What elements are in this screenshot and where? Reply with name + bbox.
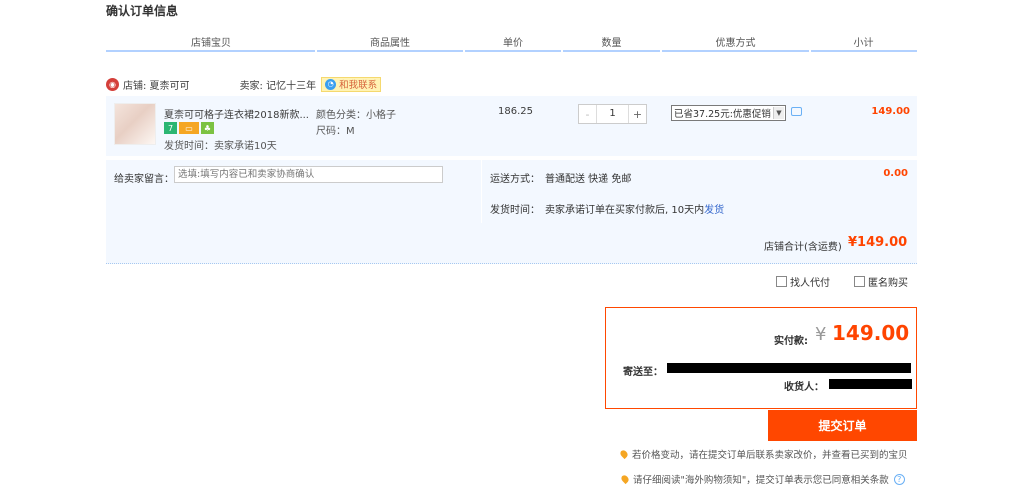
header-separator <box>809 50 811 52</box>
submit-order-button[interactable]: 提交订单 <box>768 410 917 441</box>
column-header-quantity: 数量 <box>601 38 622 49</box>
redacted-address <box>667 363 911 373</box>
eco-leaf-icon[interactable]: ♣ <box>201 122 214 134</box>
anonymous-option[interactable]: 匿名购买 <box>854 274 908 289</box>
message-icon[interactable] <box>791 107 802 116</box>
proxy-pay-label[interactable]: 找人代付 <box>790 274 830 289</box>
quantity-decrease-button[interactable]: - <box>579 105 597 123</box>
seven-day-return-icon[interactable]: 7 <box>164 122 177 134</box>
location-pin-icon <box>618 448 630 460</box>
header-underline <box>106 50 917 52</box>
header-separator <box>315 50 317 52</box>
seller-message-input[interactable] <box>174 166 443 183</box>
paid-amount-value: 149.00 <box>832 321 910 345</box>
quantity-input[interactable]: 1 <box>597 105 628 123</box>
item-subtotal: 149.00 <box>871 106 910 117</box>
location-pin-icon <box>619 473 631 485</box>
paid-amount-label: 实付款: <box>774 336 808 347</box>
shipping-method-value: 普通配送 快递 免邮 <box>545 174 632 185</box>
shipping-fee: 0.00 <box>883 168 908 179</box>
unit-price: 186.25 <box>498 106 533 117</box>
contact-seller-button[interactable]: ◔ 和我联系 <box>321 76 382 92</box>
quantity-stepper: - 1 + <box>578 104 647 124</box>
seller-name[interactable]: 卖家: 记忆十三年 <box>240 77 317 92</box>
shop-total-label: 店铺合计(含运费) <box>764 242 842 253</box>
proxy-pay-checkbox[interactable] <box>776 276 787 287</box>
header-separator <box>463 50 465 52</box>
delivery-time-value: 卖家承诺订单在买家付款后, 10天内发货 <box>545 201 724 216</box>
shipping-method-label: 运送方式： <box>490 174 540 185</box>
item-ship-time: 发货时间：卖家承诺10天 <box>164 141 277 152</box>
product-thumbnail[interactable] <box>114 103 156 145</box>
price-change-notice-text: 若价格变动，请在提交订单后联系卖家改价，并查看已买到的宝贝 <box>632 450 908 461</box>
anonymous-label[interactable]: 匿名购买 <box>868 274 908 289</box>
column-header-discount: 优惠方式 <box>715 38 756 49</box>
message-label: 给卖家留言： <box>114 174 174 185</box>
currency-symbol: ¥ <box>815 324 827 345</box>
delivery-time-label: 发货时间： <box>490 205 540 216</box>
header-separator <box>660 50 662 52</box>
delivery-time-link[interactable]: 发货 <box>704 205 724 216</box>
attribute-color: 颜色分类：小格子 <box>316 110 396 121</box>
attribute-size: 尺码：M <box>316 126 355 137</box>
product-badges: 7 ▭ ♣ <box>164 122 214 134</box>
column-header-attributes: 商品属性 <box>370 38 410 49</box>
discount-select-value: 已省37.25元:优惠促销 <box>674 109 771 120</box>
store-icon: ◉ <box>106 77 119 91</box>
anonymous-checkbox[interactable] <box>854 276 865 287</box>
proxy-pay-option[interactable]: 找人代付 <box>776 274 830 289</box>
terms-notice-text[interactable]: 请仔细阅读"海外购物须知"，提交订单表示您已同意相关条款 <box>633 472 889 486</box>
header-separator <box>561 50 563 52</box>
discount-select[interactable]: 已省37.25元:优惠促销 ▼ <box>671 105 786 121</box>
ship-to-label: 寄送至： <box>623 367 663 378</box>
column-header-subtotal: 小计 <box>853 38 874 49</box>
shop-total-value: ¥149.00 <box>848 235 908 250</box>
price-change-notice: 若价格变动，请在提交订单后联系卖家改价，并查看已买到的宝贝 <box>618 447 908 461</box>
delivery-time-text: 卖家承诺订单在买家付款后, 10天内 <box>545 205 705 216</box>
shop-name[interactable]: 店铺: 夏柰可可 <box>123 77 190 92</box>
shop-row: ◉ 店铺: 夏柰可可 卖家: 记忆十三年 ◔ 和我联系 <box>106 75 382 93</box>
quantity-increase-button[interactable]: + <box>628 105 646 123</box>
wangwang-chat-icon: ◔ <box>325 78 337 90</box>
terms-notice: 请仔细阅读"海外购物须知"，提交订单表示您已同意相关条款 ? <box>619 472 905 486</box>
product-name-link[interactable]: 夏柰可可格子连衣裙2018新款... <box>164 106 309 121</box>
help-icon[interactable]: ? <box>893 473 905 485</box>
receiver-label: 收货人： <box>784 382 824 393</box>
contact-seller-label: 和我联系 <box>339 80 378 91</box>
page-title: 确认订单信息 <box>106 4 179 18</box>
redacted-receiver <box>829 379 912 389</box>
column-header-unit-price: 单价 <box>503 38 523 49</box>
column-header-shop-item: 店铺宝贝 <box>191 38 231 49</box>
credit-card-icon[interactable]: ▭ <box>179 122 199 134</box>
chevron-down-icon: ▼ <box>773 107 784 119</box>
section-divider <box>481 160 482 223</box>
